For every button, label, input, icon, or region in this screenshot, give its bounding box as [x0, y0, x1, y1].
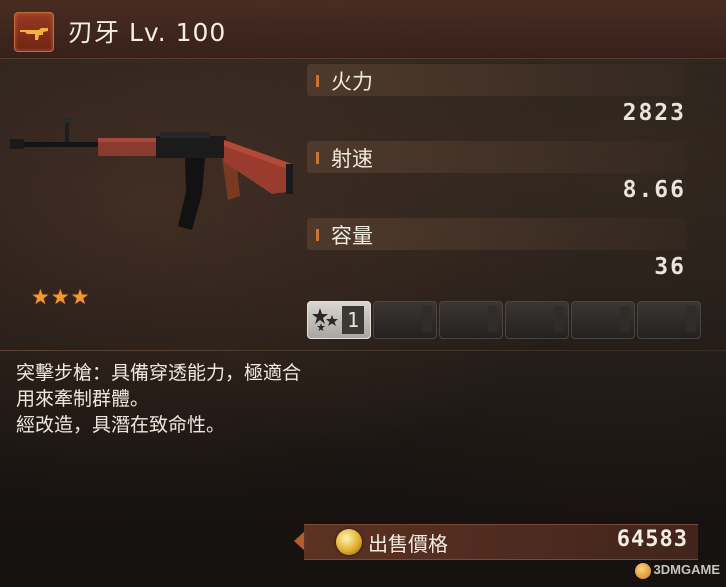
stat-value-fire-rate: 8.66	[622, 177, 686, 203]
stat-accent-bar	[316, 229, 319, 241]
weapon-title: 刃牙 Lv. 100	[68, 18, 227, 47]
rifle-icon	[14, 12, 54, 52]
gold-coin-icon	[336, 529, 362, 555]
stat-value-firepower: 2823	[622, 100, 686, 126]
stat-value-capacity: 36	[654, 254, 686, 280]
weapon-description: 突擊步槍：具備穿透能力，極適合 用來牽制群體。 經改造，具潛在致命性。	[16, 362, 302, 436]
sell-label: 出售價格	[368, 532, 448, 556]
stat-accent-bar	[316, 152, 319, 164]
stars-mod-icon	[312, 308, 338, 331]
stat-label-fire-rate: 射速	[307, 141, 687, 173]
stat-label-firepower: 火力	[307, 64, 687, 96]
rarity-stars: ★★★	[31, 285, 91, 309]
mod-slot-empty[interactable]	[637, 301, 701, 339]
stat-accent-bar	[316, 75, 319, 87]
stat-label-capacity: 容量	[307, 218, 687, 250]
mod-slot-active[interactable]: 1	[307, 301, 371, 339]
watermark-logo-icon	[634, 562, 651, 579]
mod-slot-empty[interactable]	[373, 301, 437, 339]
mod-slot-empty[interactable]	[505, 301, 569, 339]
weapon-header: 刃牙 Lv. 100	[0, 0, 726, 59]
assault-rifle-image	[10, 118, 293, 230]
sell-value: 64583	[616, 527, 688, 552]
mod-slot-empty[interactable]	[571, 301, 635, 339]
watermark: 3DMGAME	[634, 562, 720, 584]
mod-slot-empty[interactable]	[439, 301, 503, 339]
mod-count: 1	[342, 306, 364, 334]
sell-price-button[interactable]: 出售價格 64583	[294, 524, 698, 560]
divider	[0, 350, 726, 351]
